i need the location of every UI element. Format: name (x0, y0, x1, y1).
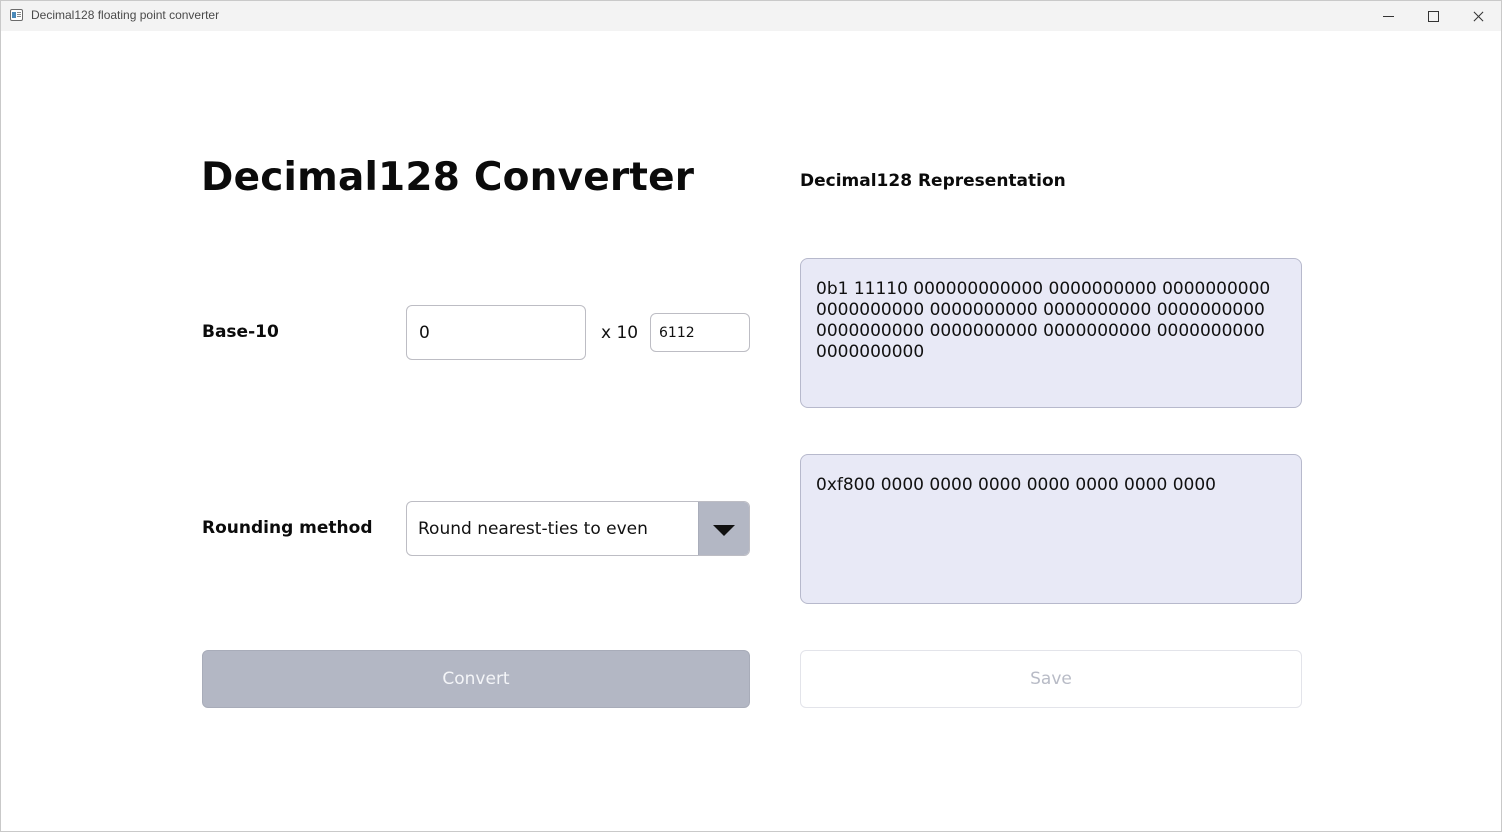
page-title: Decimal128 Converter (201, 155, 695, 200)
times-ten-label: x 10 (601, 323, 639, 343)
binary-output[interactable]: 0b1 11110 000000000000 0000000000 000000… (800, 258, 1302, 408)
hex-output[interactable]: 0xf800 0000 0000 0000 0000 0000 0000 000… (800, 454, 1302, 604)
rounding-method-label: Rounding method (202, 518, 373, 538)
minimize-icon[interactable] (1365, 1, 1411, 31)
title-bar[interactable]: Decimal128 floating point converter (1, 1, 1501, 31)
rounding-method-select[interactable]: Round nearest-ties to even (406, 501, 750, 556)
representation-heading: Decimal128 Representation (800, 171, 1066, 191)
window-title: Decimal128 floating point converter (31, 8, 220, 22)
base10-label: Base-10 (202, 322, 279, 342)
exponent-input[interactable] (650, 313, 750, 352)
close-icon[interactable] (1455, 1, 1501, 31)
save-button[interactable]: Save (800, 650, 1302, 708)
convert-button[interactable]: Convert (202, 650, 750, 708)
maximize-icon[interactable] (1410, 1, 1456, 31)
app-icon (10, 9, 23, 21)
app-window: Decimal128 floating point converter Deci… (0, 0, 1502, 832)
rounding-method-value: Round nearest-ties to even (418, 519, 648, 539)
chevron-down-icon[interactable] (698, 502, 749, 555)
mantissa-input[interactable] (406, 305, 586, 360)
